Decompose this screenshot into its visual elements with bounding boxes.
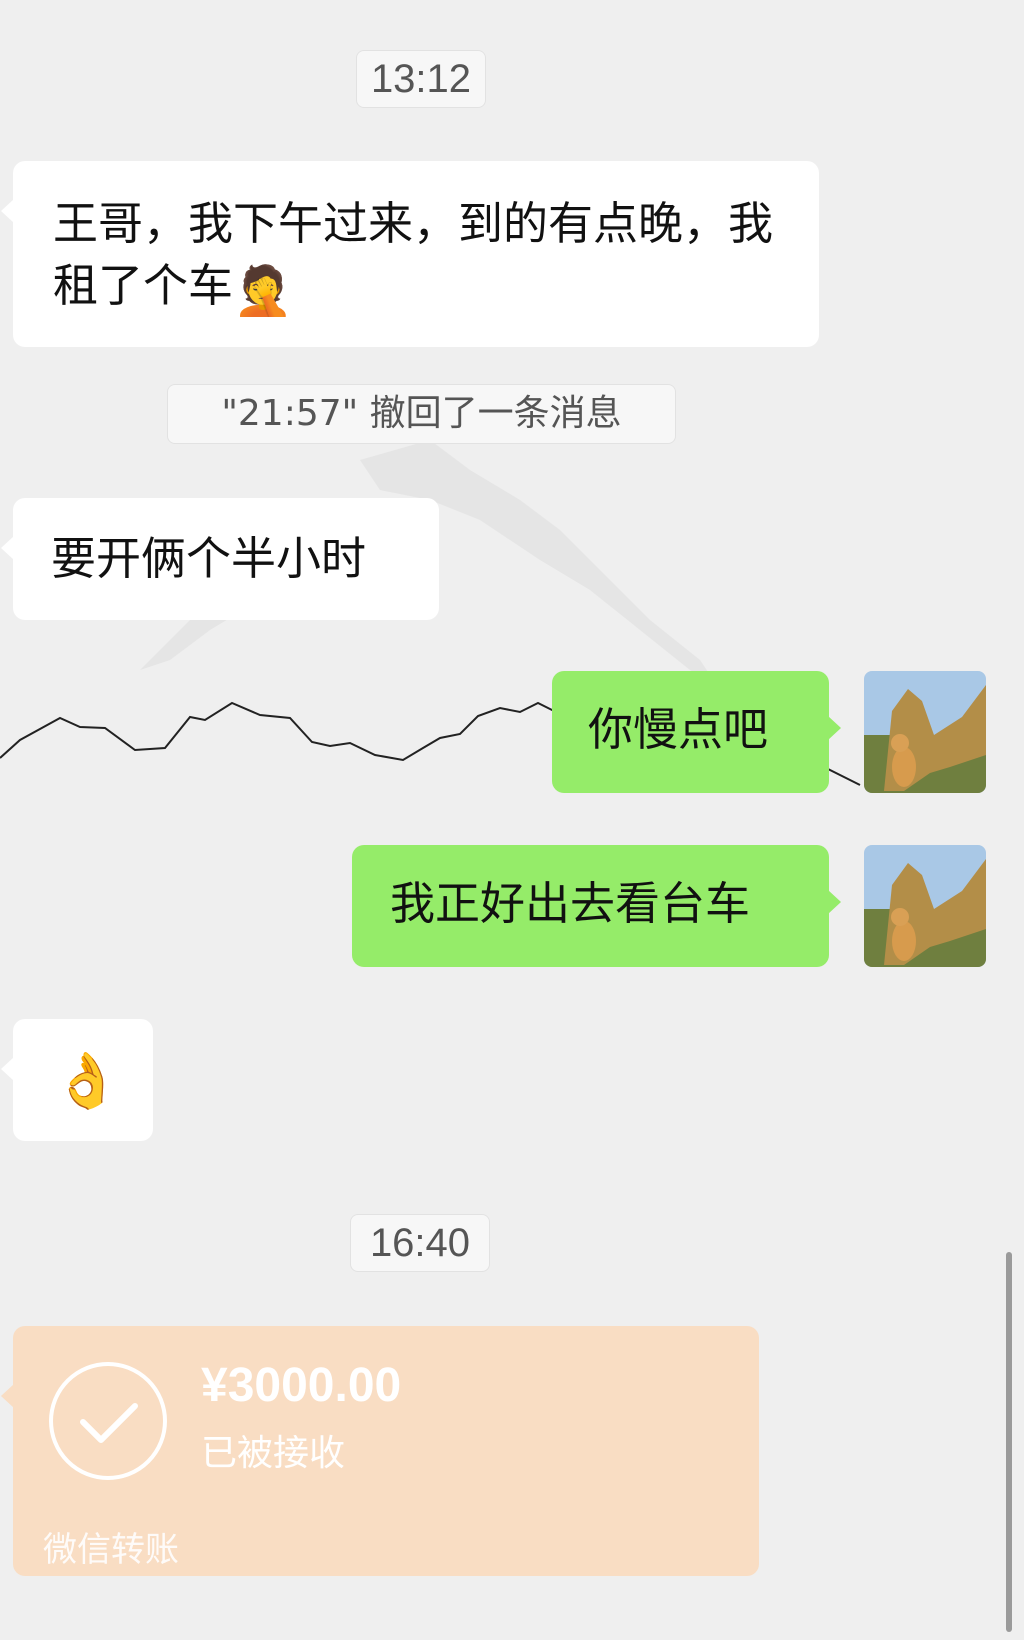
my-avatar-icon[interactable] <box>864 845 986 967</box>
facepalm-emoji: 🤦 <box>233 263 293 319</box>
transfer-amount: ¥3000.00 <box>201 1359 402 1412</box>
ok-hand-emoji: 👌 <box>53 1049 121 1112</box>
message-text: 要开俩个半小时 <box>51 532 367 585</box>
recall-notice-text: "21:57" 撤回了一条消息 <box>221 393 622 434</box>
message-bubble-incoming[interactable]: 👌 <box>1 1019 153 1141</box>
message-text: 我正好出去看台车 <box>390 877 751 930</box>
message-bubble-incoming[interactable]: 要开俩个半小时 <box>1 498 439 620</box>
wechat-transfer-card[interactable]: ¥3000.00 已被接收 微信转账 <box>1 1326 759 1576</box>
transfer-label: 微信转账 <box>43 1530 179 1570</box>
timestamp-text: 13:12 <box>370 57 472 101</box>
timestamp-1640: 16:40 <box>350 1214 490 1272</box>
message-bubble-incoming[interactable]: 王哥，我下午过来，到的有点晚，我租了个车🤦 <box>1 161 819 347</box>
timestamp-text: 16:40 <box>369 1221 471 1265</box>
recall-notice: "21:57" 撤回了一条消息 <box>167 384 676 444</box>
timestamp-1312: 13:12 <box>356 50 486 108</box>
my-avatar-icon[interactable] <box>864 671 986 793</box>
check-icon <box>49 1362 167 1480</box>
transfer-status: 已被接收 <box>201 1433 346 1474</box>
message-bubble-outgoing[interactable]: 我正好出去看台车 <box>352 845 841 967</box>
scrollbar[interactable] <box>1006 1252 1012 1632</box>
message-text: 王哥，我下午过来，到的有点晚，我租了个车 <box>53 197 774 312</box>
message-text: 你慢点吧 <box>588 703 769 756</box>
message-bubble-outgoing[interactable]: 你慢点吧 <box>552 671 841 793</box>
